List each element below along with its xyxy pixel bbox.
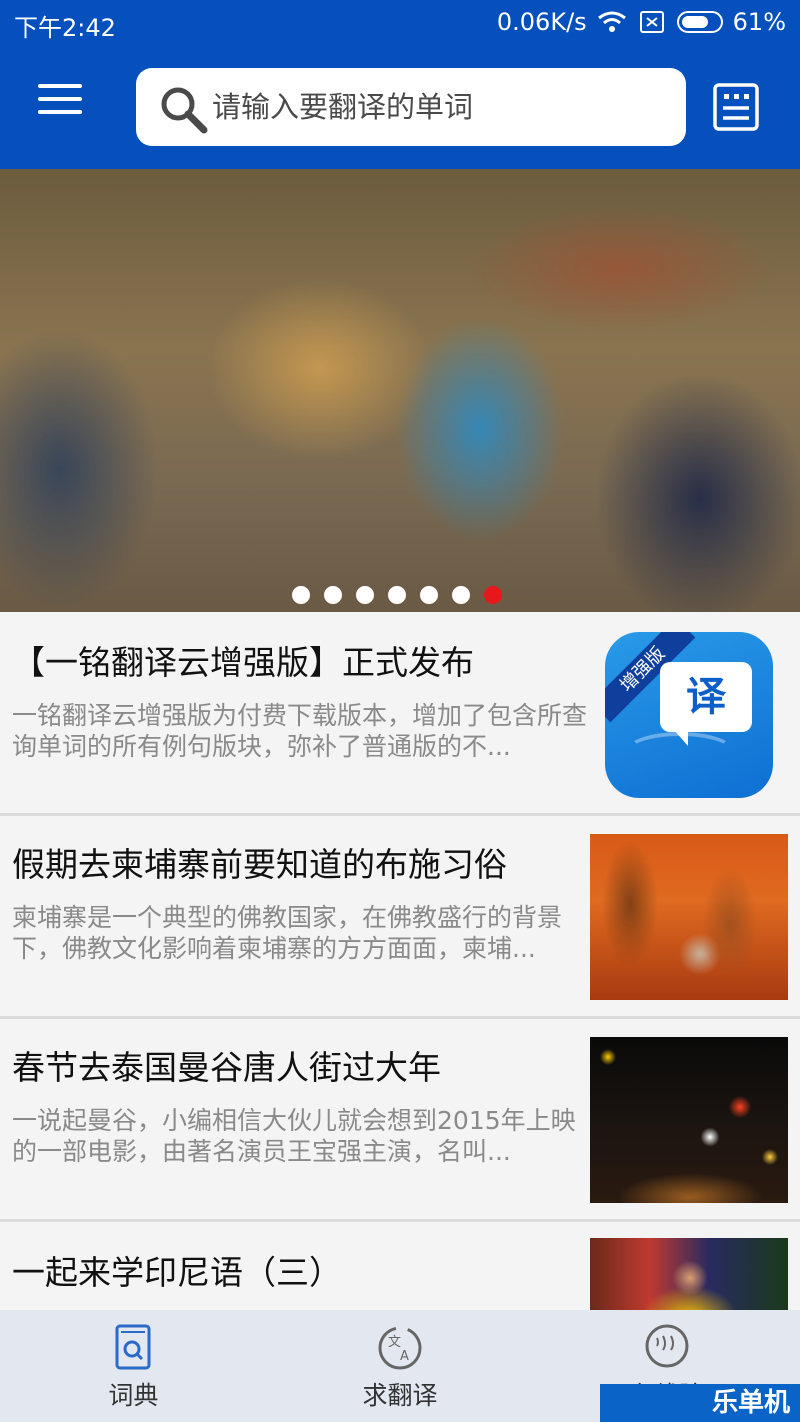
article-item[interactable]: 一起来学印尼语（三） — [0, 1222, 800, 1310]
article-thumbnail — [590, 834, 788, 1000]
article-thumbnail — [590, 1037, 788, 1203]
app-logo-thumbnail: 增强版 译 — [605, 632, 773, 798]
cloud-wave-icon — [625, 732, 735, 772]
translate-request-icon: 文 A — [378, 1326, 422, 1370]
article-title: 假期去柬埔寨前要知道的布施习俗 — [12, 845, 507, 884]
tab-label: 词典 — [108, 1381, 159, 1410]
article-thumbnail — [590, 1238, 788, 1310]
app-bar — [0, 44, 800, 169]
no-sim-icon — [639, 11, 664, 33]
article-summary: 一铭翻译云增强版为付费下载版本，增加了包含所查询单词的所有例句版块，弥补了普通版… — [12, 701, 588, 761]
carousel-dot[interactable] — [388, 586, 406, 604]
article-item[interactable]: 假期去柬埔寨前要知道的布施习俗 柬埔寨是一个典型的佛教国家，在佛教盛行的背景下，… — [0, 816, 800, 1019]
search-input[interactable] — [212, 82, 672, 132]
article-item[interactable]: 春节去泰国曼谷唐人街过大年 一说起曼谷，小编相信大伙儿就会想到2015年上映的一… — [0, 1019, 800, 1222]
article-title: 一起来学印尼语（三） — [12, 1253, 342, 1292]
carousel-dot[interactable] — [420, 586, 438, 604]
hamburger-menu-icon[interactable] — [38, 84, 86, 124]
carousel-dot[interactable] — [452, 586, 470, 604]
tab-dictionary[interactable]: 词典 — [0, 1310, 267, 1422]
svg-text:A: A — [400, 1349, 409, 1364]
article-title: 【一铭翻译云增强版】正式发布 — [12, 643, 474, 682]
wifi-icon — [597, 11, 626, 32]
tab-request-translation[interactable]: 文 A 求翻译 — [267, 1310, 534, 1422]
battery-icon — [676, 11, 723, 33]
search-bar[interactable] — [136, 68, 686, 146]
translate-bubble-icon: 译 — [660, 662, 752, 746]
article-item[interactable]: 【一铭翻译云增强版】正式发布 一铭翻译云增强版为付费下载版本，增加了包含所查询单… — [0, 612, 800, 816]
battery-level: 61% — [732, 8, 786, 36]
article-feed[interactable]: 【一铭翻译云增强版】正式发布 一铭翻译云增强版为付费下载版本，增加了包含所查询单… — [0, 612, 800, 1310]
article-title: 春节去泰国曼谷唐人街过大年 — [12, 1048, 441, 1087]
dictionary-book-icon — [115, 1324, 151, 1370]
online-chat-icon — [645, 1324, 689, 1368]
carousel-dot[interactable] — [356, 586, 374, 604]
vocabulary-notebook-icon[interactable] — [712, 82, 760, 132]
article-summary: 柬埔寨是一个典型的佛教国家，在佛教盛行的背景下，佛教文化影响着柬埔寨的方方面面，… — [12, 903, 563, 963]
carousel-dot[interactable] — [324, 586, 342, 604]
network-speed: 0.06K/s — [496, 8, 587, 36]
svg-text:文: 文 — [388, 1335, 401, 1350]
watermark-logo: 乐单机 — [600, 1384, 800, 1422]
search-icon — [161, 87, 208, 134]
status-time: 下午2:42 — [14, 14, 116, 42]
article-summary: 一说起曼谷，小编相信大伙儿就会想到2015年上映的一部电影，由著名演员王宝强主演… — [12, 1106, 576, 1166]
carousel-dot-active[interactable] — [484, 586, 502, 604]
carousel-dot[interactable] — [292, 586, 310, 604]
status-right: 0.06K/s 61% — [497, 8, 786, 36]
banner-carousel[interactable] — [0, 169, 800, 612]
tab-label: 求翻译 — [362, 1381, 438, 1410]
status-bar: 下午2:42 0.06K/s 61% — [0, 0, 800, 44]
carousel-indicator — [292, 586, 502, 604]
